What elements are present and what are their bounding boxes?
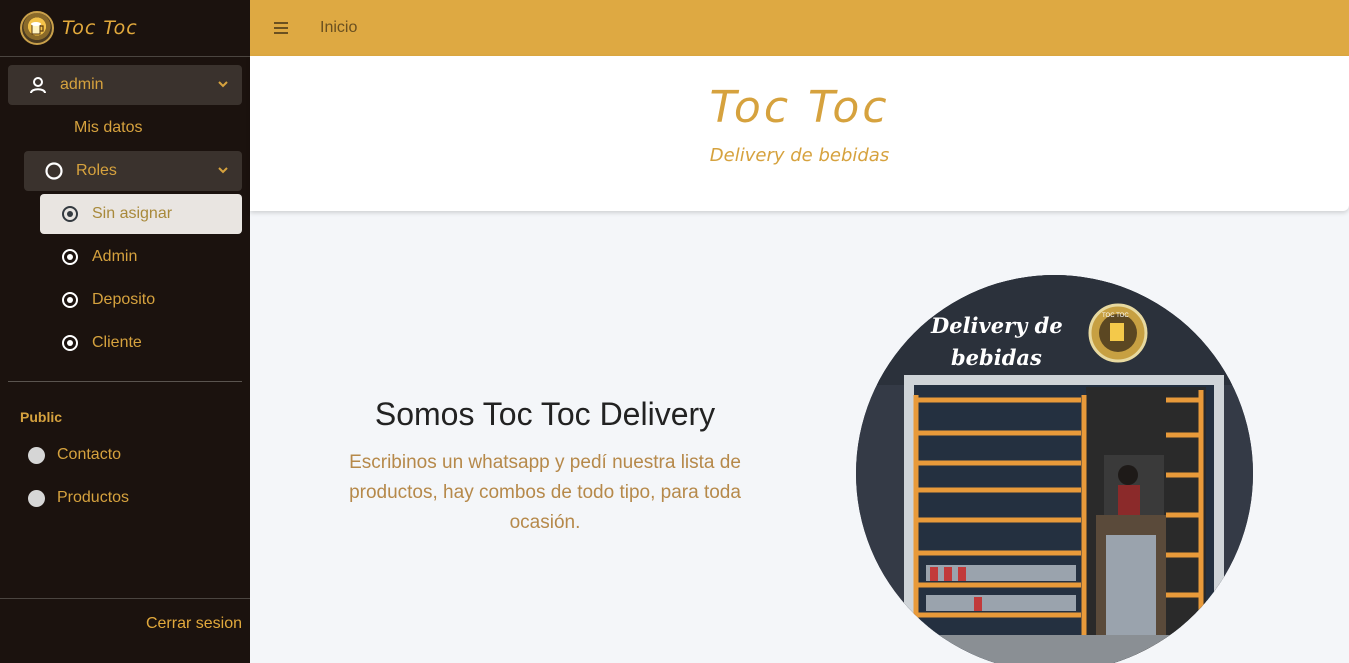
chevron-down-icon [218, 81, 228, 88]
sidebar-item-productos[interactable]: Productos [8, 478, 242, 518]
svg-text:TOC TOC: TOC TOC [1102, 313, 1129, 319]
topbar: Inicio [250, 0, 1349, 56]
dot-circle-icon [60, 290, 80, 310]
hero-title: Toc Toc [709, 82, 890, 133]
beer-logo-icon [20, 11, 54, 45]
sidebar-item-label: Productos [57, 489, 130, 506]
circle-icon [28, 489, 45, 507]
brand-link[interactable]: Toc Toc [0, 0, 250, 57]
brand-name: Toc Toc [62, 17, 138, 39]
about-text: Escribinos un whatsapp y pedí nuestra li… [349, 452, 741, 533]
circle-icon [44, 161, 64, 181]
sidebar-item-admin[interactable]: Admin [40, 237, 242, 277]
public-section-header: Public [20, 409, 63, 425]
sign-line-1: Delivery de [930, 313, 1063, 338]
user-menu-toggle[interactable]: admin [8, 65, 242, 105]
sidebar-item-label: Sin asignar [92, 205, 173, 222]
storefront-image: Delivery de bebidas TOC TOC [856, 275, 1253, 663]
sidebar-item-label: Deposito [92, 291, 156, 308]
sign-line-2: bebidas [951, 345, 1042, 370]
roles-label: Roles [76, 162, 117, 179]
user-icon [28, 75, 48, 95]
sidebar-item-mis-datos[interactable]: Mis datos [8, 108, 242, 148]
sidebar-item-label: Contacto [57, 446, 122, 463]
dot-circle-icon [60, 204, 80, 224]
sidebar-item-label: Cliente [92, 334, 142, 351]
sidebar-item-cliente[interactable]: Cliente [40, 323, 242, 363]
about-title: Somos Toc Toc Delivery [374, 396, 716, 432]
logout-link[interactable]: Cerrar sesion [146, 615, 242, 632]
hero-subtitle: Delivery de bebidas [709, 145, 890, 166]
public-nav: Contacto Productos [0, 435, 250, 518]
roles-menu-toggle[interactable]: Roles [24, 151, 242, 191]
nav-link-inicio[interactable]: Inicio [320, 19, 357, 37]
sidebar-item-sin-asignar[interactable]: Sin asignar [40, 194, 242, 234]
sidebar-item-label: Admin [92, 248, 138, 265]
circle-icon [28, 446, 45, 464]
sidebar: Toc Toc admin Mis datos Roles Sin asigna… [0, 0, 250, 663]
dot-circle-icon [60, 333, 80, 353]
chevron-down-icon [218, 167, 228, 174]
sidebar-item-deposito[interactable]: Deposito [40, 280, 242, 320]
sidebar-footer: Cerrar sesion [0, 598, 250, 663]
sidebar-item-label: Mis datos [74, 119, 143, 136]
sidebar-item-contacto[interactable]: Contacto [8, 435, 242, 475]
username-label: admin [60, 76, 104, 93]
hamburger-menu-icon[interactable] [274, 22, 288, 34]
shop-logo-icon: TOC TOC [1088, 303, 1148, 363]
dot-circle-icon [60, 247, 80, 267]
hero-card: Toc Toc Delivery de bebidas [250, 56, 1349, 211]
sidebar-nav: admin Mis datos Roles Sin asignar Admin [0, 57, 250, 363]
